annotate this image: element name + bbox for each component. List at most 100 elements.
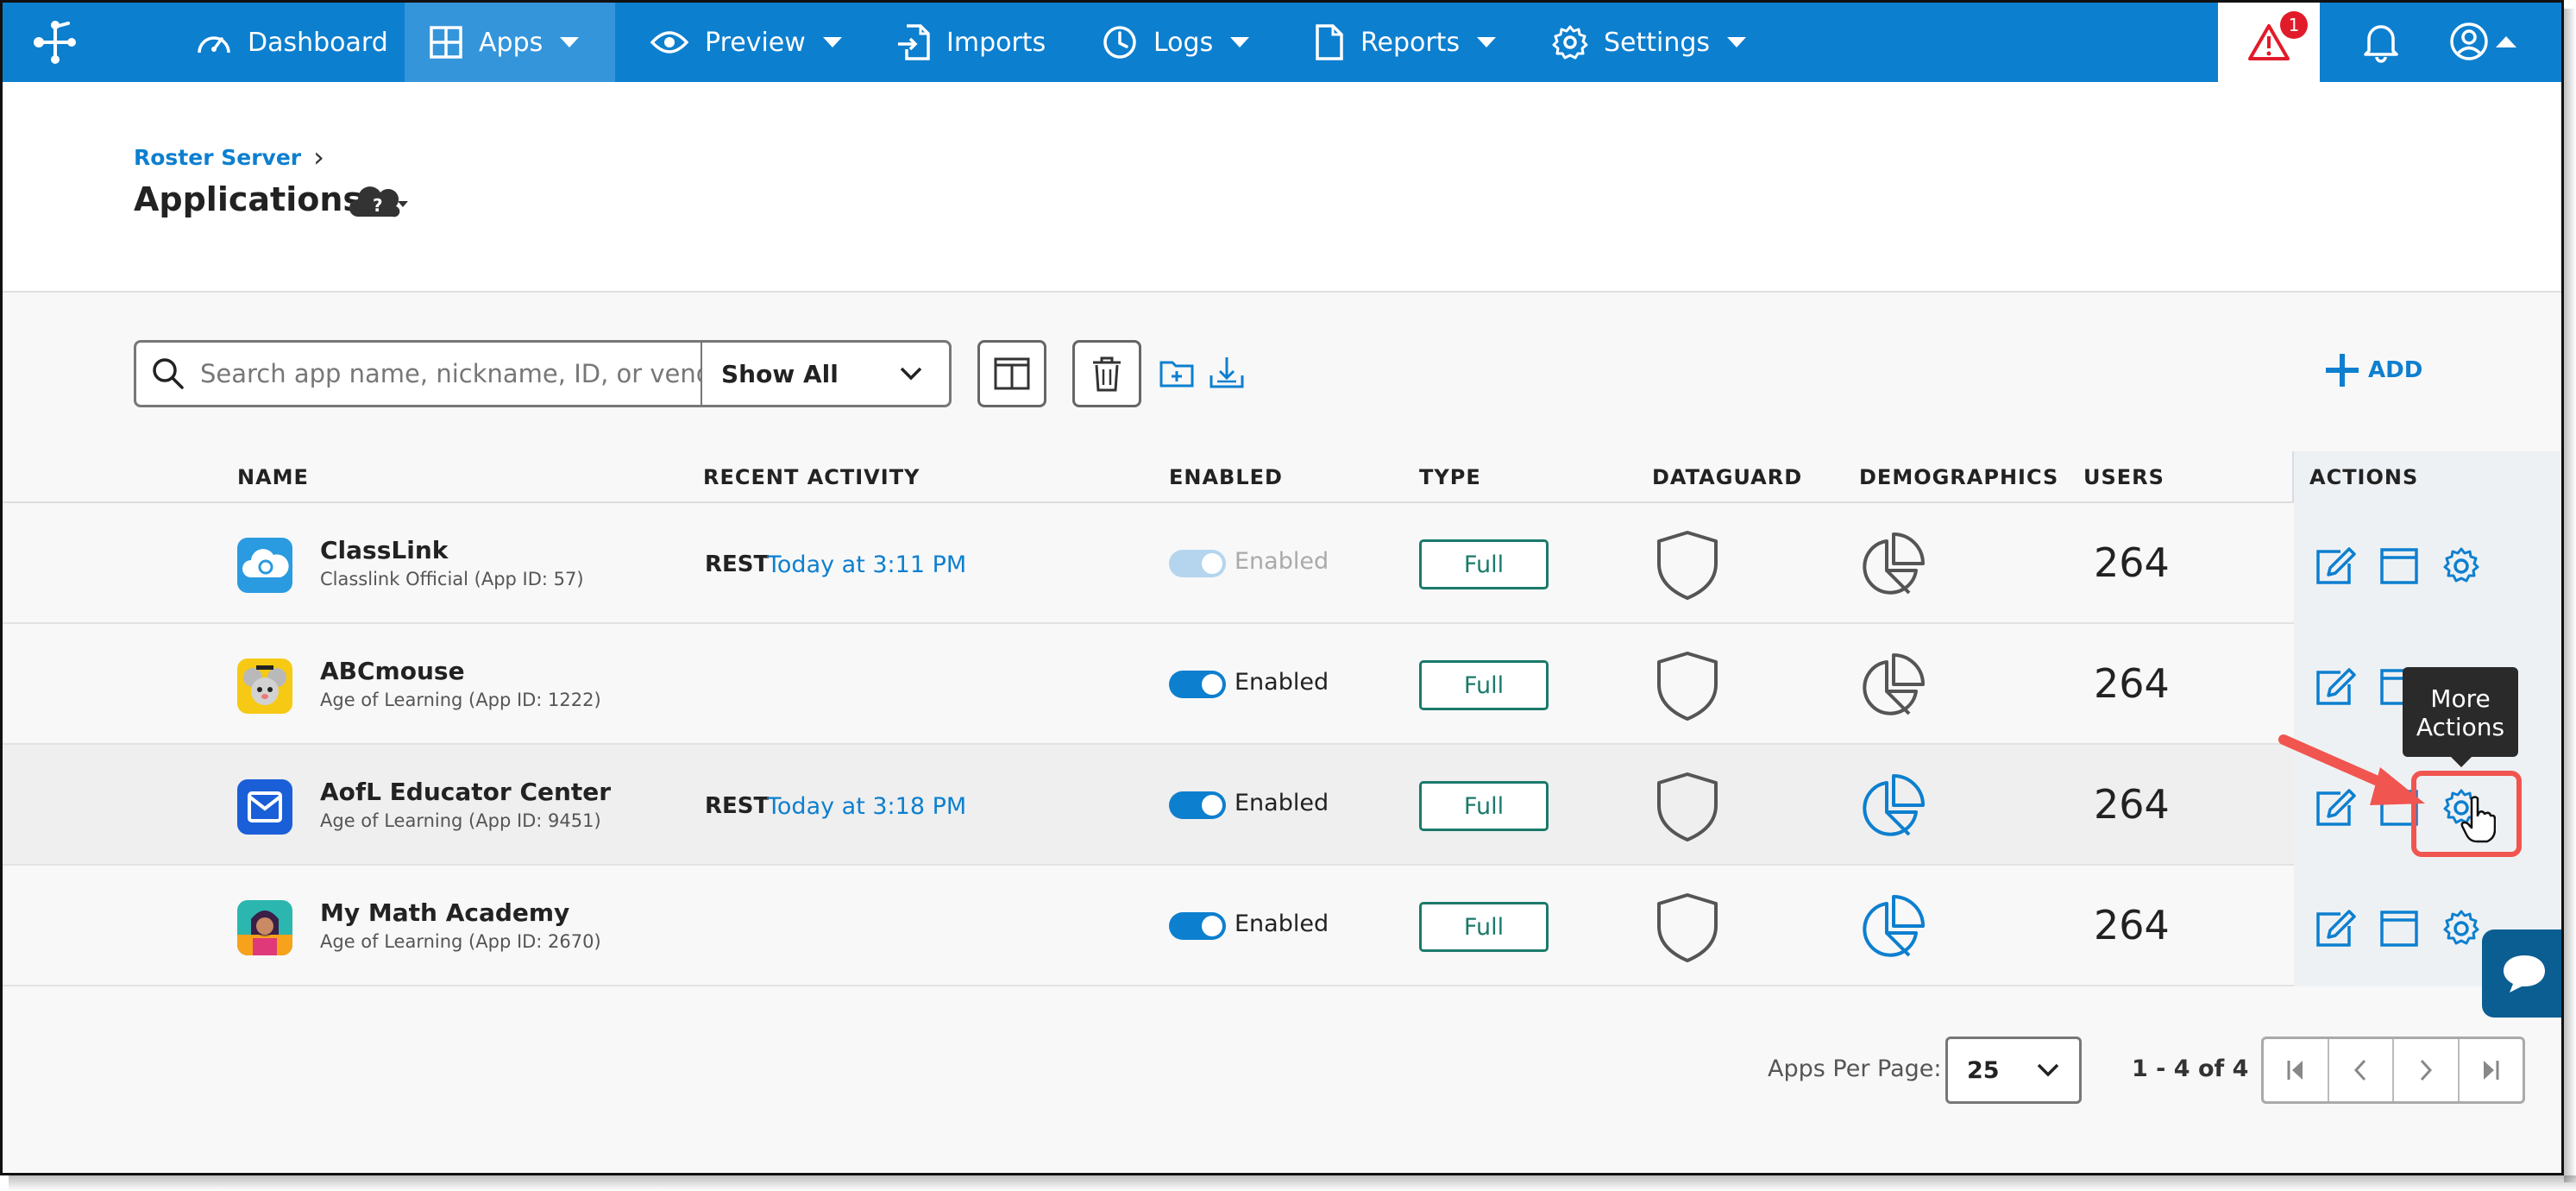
app-name[interactable]: My Math Academy: [320, 898, 569, 927]
column-header-dataguard[interactable]: DATAGUARD: [1652, 465, 1802, 489]
nav-logs[interactable]: Logs: [1078, 3, 1273, 82]
dataguard-shield-icon[interactable]: [1654, 650, 1721, 722]
column-header-demographics[interactable]: DEMOGRAPHICS: [1859, 465, 2058, 489]
column-header-type[interactable]: TYPE: [1419, 465, 1481, 489]
edit-icon[interactable]: [2315, 546, 2356, 586]
user-menu[interactable]: [2449, 22, 2516, 61]
column-header-recent-activity[interactable]: RECENT ACTIVITY: [703, 465, 920, 489]
gear-icon[interactable]: [2441, 909, 2482, 948]
classlink-app-icon: [237, 538, 292, 593]
filter-dropdown[interactable]: Show All: [702, 360, 942, 388]
nav-imports[interactable]: Imports: [872, 3, 1070, 82]
alert-count-badge: 1: [2280, 11, 2308, 39]
type-badge[interactable]: Full: [1419, 539, 1549, 589]
gear-icon: [1552, 25, 1588, 60]
window-icon[interactable]: [2378, 909, 2420, 948]
per-page-select[interactable]: 25: [1945, 1037, 2082, 1104]
type-badge[interactable]: Full: [1419, 902, 1549, 952]
callout-arrow-icon: [2278, 734, 2425, 805]
nav-apps[interactable]: Apps: [405, 3, 615, 82]
nav-preview[interactable]: Preview: [625, 3, 866, 82]
search-input[interactable]: [200, 359, 701, 388]
search-box: Show All: [134, 340, 952, 407]
app-name[interactable]: ABCmouse: [320, 657, 465, 685]
delete-button[interactable]: [1072, 340, 1141, 407]
search-icon: [153, 358, 184, 389]
enabled-label: Enabled: [1235, 669, 1329, 696]
app-name[interactable]: ClassLink: [320, 536, 448, 564]
enabled-toggle[interactable]: [1169, 912, 1226, 940]
chevron-up-icon: [2496, 35, 2516, 47]
breadcrumb-separator: ›: [313, 141, 324, 173]
add-folder-icon[interactable]: [1159, 355, 1195, 391]
nav-settings[interactable]: Settings: [1528, 3, 1770, 82]
abcmouse-app-icon: [237, 659, 292, 714]
enabled-toggle[interactable]: [1169, 791, 1226, 819]
page-title: Applications: [134, 180, 362, 218]
dataguard-shield-icon[interactable]: [1654, 771, 1721, 843]
chat-button[interactable]: [2482, 929, 2561, 1018]
table-row[interactable]: ABCmouse Age of Learning (App ID: 1222) …: [3, 624, 2294, 745]
user-count: 264: [2094, 902, 2170, 948]
app-subtitle: Age of Learning (App ID: 1222): [320, 690, 601, 710]
table-row[interactable]: ClassLink Classlink Official (App ID: 57…: [3, 503, 2294, 624]
type-badge[interactable]: Full: [1419, 781, 1549, 831]
window-shadow-right: [2564, 9, 2576, 1182]
enabled-toggle[interactable]: [1169, 671, 1226, 698]
nav-preview-label: Preview: [705, 27, 806, 58]
last-page-button[interactable]: [2460, 1039, 2523, 1101]
demographics-pie-icon[interactable]: [1856, 650, 1928, 722]
user-count: 264: [2094, 781, 2170, 828]
chevron-down-icon: [560, 37, 580, 47]
table-row[interactable]: AofL Educator Center Age of Learning (Ap…: [3, 745, 2294, 866]
column-header-name[interactable]: NAME: [237, 465, 309, 489]
edit-icon[interactable]: [2315, 667, 2356, 707]
filter-dropdown-value: Show All: [721, 359, 839, 388]
classlink-logo-icon[interactable]: [32, 20, 79, 65]
prev-page-button[interactable]: [2329, 1039, 2394, 1101]
nav-imports-label: Imports: [946, 27, 1046, 58]
next-page-button[interactable]: [2394, 1039, 2460, 1101]
nav-dashboard[interactable]: Dashboard: [172, 3, 412, 82]
edit-icon[interactable]: [2315, 909, 2356, 948]
per-page-label: Apps Per Page:: [1768, 1056, 1942, 1082]
app-name[interactable]: AofL Educator Center: [320, 778, 611, 806]
dashboard-gauge-icon: [198, 36, 230, 54]
aofl-educator-app-icon: [237, 779, 292, 835]
chevron-down-icon: [2037, 1063, 2059, 1077]
chevron-down-icon: [1477, 37, 1497, 47]
gear-icon[interactable]: [2441, 546, 2482, 586]
enabled-label: Enabled: [1235, 790, 1329, 816]
apps-grid-icon: [430, 26, 462, 59]
nav-reports[interactable]: Reports: [1290, 3, 1520, 82]
activity-time[interactable]: Today at 3:11 PM: [767, 551, 966, 578]
bell-icon[interactable]: [2361, 20, 2401, 63]
first-page-button[interactable]: [2264, 1039, 2329, 1101]
app-window: Dashboard Apps Preview Imports Logs Repo…: [0, 0, 2564, 1175]
nav-settings-label: Settings: [1604, 27, 1711, 58]
trash-icon: [1093, 356, 1121, 392]
dataguard-shield-icon[interactable]: [1654, 892, 1721, 964]
plus-icon: [2326, 354, 2359, 387]
add-app-button[interactable]: ADD: [2323, 351, 2422, 389]
column-header-users[interactable]: USERS: [2083, 465, 2164, 489]
download-icon[interactable]: [1209, 355, 1245, 391]
breadcrumb-roster-server[interactable]: Roster Server: [134, 145, 301, 170]
activity-protocol: REST: [705, 551, 770, 577]
demographics-pie-icon[interactable]: [1856, 529, 1928, 602]
window-icon[interactable]: [2378, 546, 2420, 586]
cloud-help-icon[interactable]: ?: [348, 182, 410, 222]
dataguard-shield-icon[interactable]: [1654, 529, 1721, 602]
hand-cursor-icon: [2460, 796, 2496, 843]
table-row[interactable]: My Math Academy Age of Learning (App ID:…: [3, 866, 2294, 986]
alerts-button[interactable]: [2218, 3, 2320, 82]
columns-button[interactable]: [977, 340, 1046, 407]
demographics-pie-icon[interactable]: [1856, 892, 1928, 964]
demographics-pie-icon[interactable]: [1856, 771, 1928, 843]
column-header-enabled[interactable]: ENABLED: [1169, 465, 1283, 489]
enabled-toggle[interactable]: [1169, 550, 1226, 577]
enabled-label: Enabled: [1235, 911, 1329, 937]
activity-time[interactable]: Today at 3:18 PM: [767, 793, 966, 820]
type-badge[interactable]: Full: [1419, 660, 1549, 710]
eye-icon: [650, 31, 689, 54]
